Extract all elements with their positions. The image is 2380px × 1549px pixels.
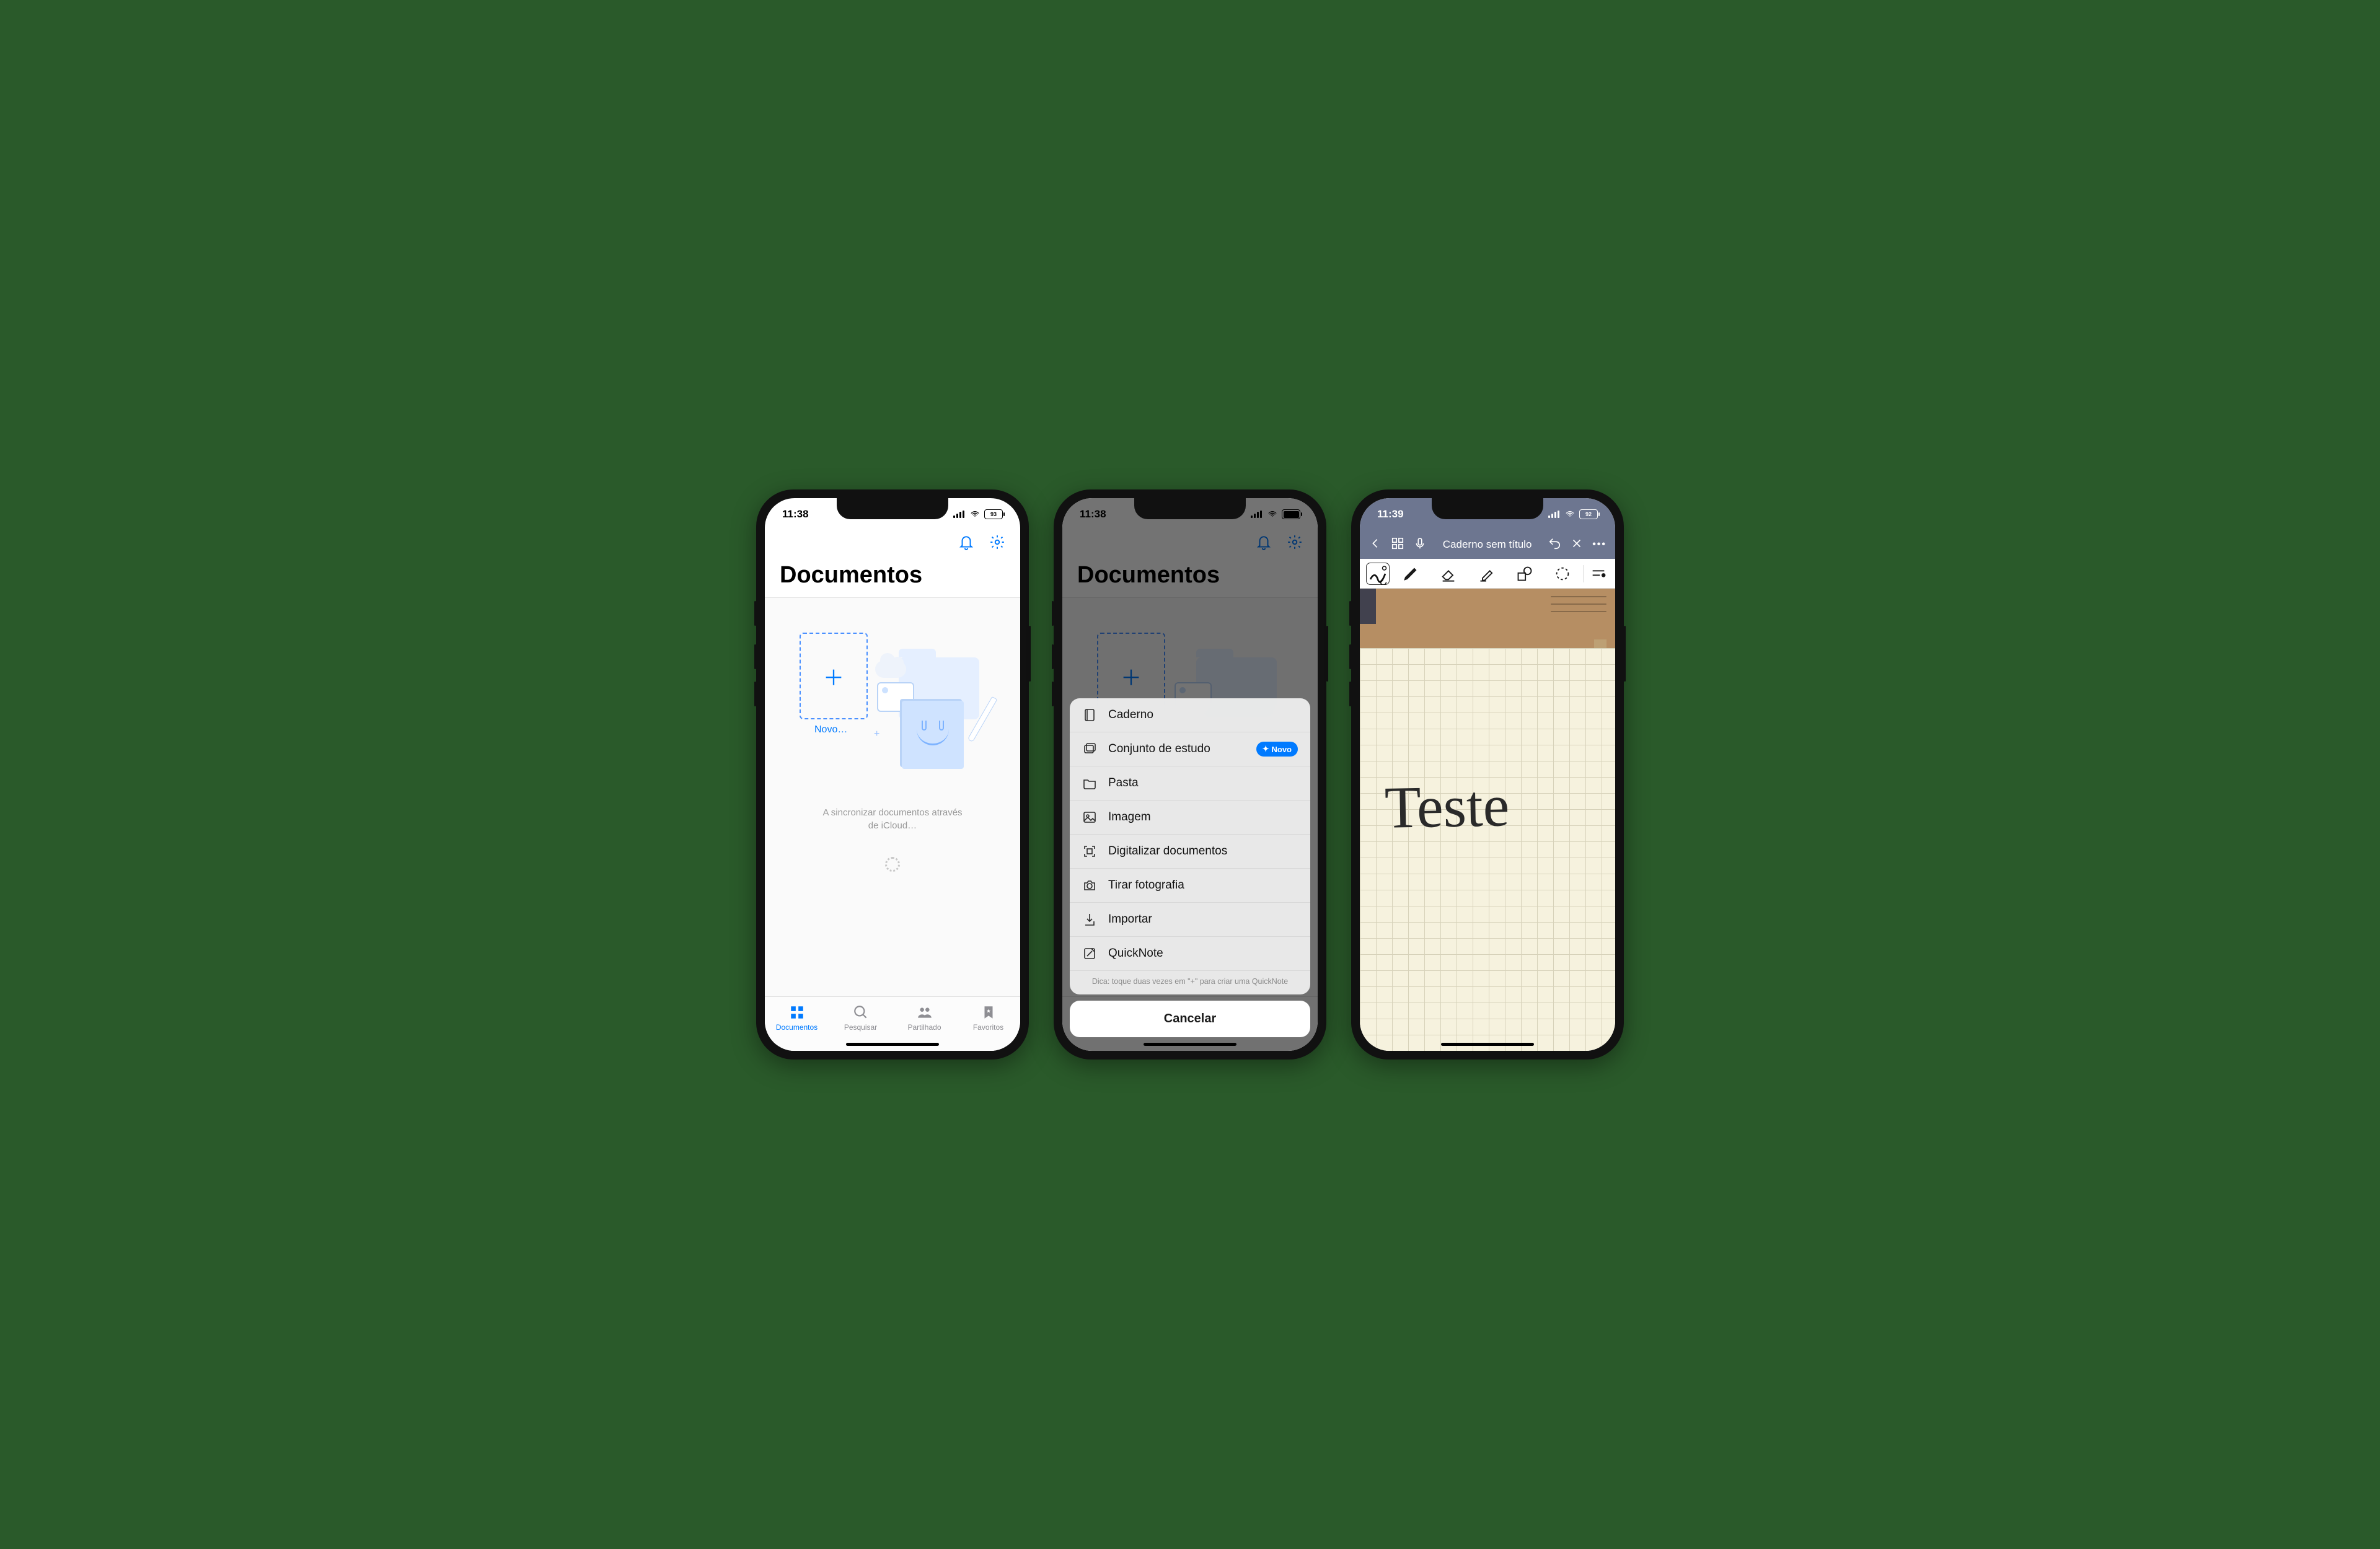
notch — [1432, 498, 1543, 519]
notch — [1134, 498, 1246, 519]
sheet-hint: Dica: toque duas vezes em "+" para criar… — [1070, 971, 1310, 994]
new-document-button[interactable]: ＋ — [800, 633, 868, 719]
tab-search[interactable]: Pesquisar — [829, 997, 892, 1038]
phone-new-menu: 11:38 93 Documentos ＋ Documentos Pesquis… — [1054, 489, 1326, 1060]
menu-item-import[interactable]: Importar — [1070, 903, 1310, 937]
undo-button[interactable] — [1548, 537, 1561, 553]
battery-icon: 92 — [1579, 509, 1598, 519]
phone-documents: 11:38 93 Documentos ＋ — [756, 489, 1029, 1060]
menu-item-scan[interactable]: Digitalizar documentos — [1070, 835, 1310, 869]
back-button[interactable] — [1368, 537, 1382, 553]
import-icon — [1082, 912, 1097, 927]
status-time: 11:38 — [1080, 508, 1106, 520]
more-button[interactable]: ••• — [1592, 539, 1606, 550]
sync-status-text: A sincronizar documentos através de iClo… — [822, 806, 962, 832]
tab-shared[interactable]: Partilhado — [892, 997, 956, 1038]
phone-notebook-editor: 11:39 92 Caderno sem título ••• — [1351, 489, 1624, 1060]
wifi-icon — [1267, 510, 1278, 519]
handwriting-icon — [1367, 563, 1389, 585]
grid-icon — [789, 1004, 805, 1020]
search-icon — [853, 1004, 869, 1020]
empty-illustration: ＋ + Novo… — [800, 633, 985, 769]
notch — [837, 498, 948, 519]
menu-item-image[interactable]: Imagem — [1070, 801, 1310, 835]
home-indicator[interactable] — [1441, 1043, 1534, 1046]
folder-icon — [1082, 776, 1097, 791]
pen-tool[interactable] — [1393, 565, 1427, 582]
quicknote-icon — [1082, 946, 1097, 961]
status-time: 11:39 — [1377, 508, 1404, 520]
plus-small-icon: + — [874, 729, 879, 740]
signal-icon — [953, 511, 966, 518]
tab-documents[interactable]: Documentos — [765, 997, 829, 1038]
menu-item-notebook[interactable]: Caderno — [1070, 698, 1310, 732]
notebook-cover — [1360, 589, 1615, 648]
drawing-toolbar — [1360, 559, 1615, 589]
wifi-icon — [1564, 510, 1576, 519]
lasso-tool[interactable] — [1546, 565, 1580, 582]
battery-icon: 93 — [984, 509, 1003, 519]
highlighter-tool[interactable] — [1470, 565, 1504, 582]
editor-navbar: Caderno sem título ••• — [1360, 530, 1615, 559]
signal-icon — [1548, 511, 1561, 518]
camera-icon — [1082, 878, 1097, 893]
new-action-sheet: Caderno Conjunto de estudo ✦Novo Pasta I… — [1070, 698, 1310, 1037]
canvas[interactable]: Teste — [1360, 589, 1615, 1051]
tool-more-button[interactable] — [1588, 565, 1609, 582]
home-indicator[interactable] — [1144, 1043, 1236, 1046]
battery-icon: 93 — [1282, 509, 1300, 519]
spinner-icon — [885, 857, 900, 872]
image-icon — [1082, 810, 1097, 825]
toolbox-button[interactable] — [1366, 563, 1390, 585]
cards-icon — [1082, 742, 1097, 757]
plus-icon: ＋ — [823, 661, 844, 691]
wifi-icon — [969, 510, 981, 519]
new-badge: ✦Novo — [1256, 742, 1298, 757]
menu-item-photo[interactable]: Tirar fotografia — [1070, 869, 1310, 903]
cancel-button[interactable]: Cancelar — [1070, 1001, 1310, 1037]
settings-icon[interactable] — [989, 534, 1005, 553]
tab-favorites[interactable]: Favoritos — [956, 997, 1020, 1038]
notifications-icon[interactable] — [958, 534, 974, 553]
scan-icon — [1082, 844, 1097, 859]
page-title: Documentos — [1062, 559, 1318, 598]
paper-page[interactable]: Teste — [1360, 648, 1615, 1051]
mic-button[interactable] — [1413, 537, 1427, 553]
shapes-tool[interactable] — [1507, 565, 1541, 582]
notifications-icon — [1256, 534, 1272, 553]
status-time: 11:38 — [782, 508, 809, 520]
notebook-icon — [1082, 708, 1097, 722]
eraser-tool[interactable] — [1431, 565, 1465, 582]
bookmark-icon — [981, 1004, 997, 1020]
menu-item-quicknote[interactable]: QuickNote — [1070, 937, 1310, 971]
signal-icon — [1251, 511, 1263, 518]
menu-item-study-set[interactable]: Conjunto de estudo ✦Novo — [1070, 732, 1310, 766]
grid-button[interactable] — [1391, 537, 1404, 553]
menu-item-folder[interactable]: Pasta — [1070, 766, 1310, 801]
settings-icon — [1287, 534, 1303, 553]
handwritten-text: Teste — [1384, 771, 1510, 841]
sparkle-icon: ✦ — [1263, 744, 1269, 754]
close-button[interactable] — [1570, 537, 1584, 553]
new-label[interactable]: Novo… — [814, 724, 847, 735]
people-icon — [917, 1004, 933, 1020]
document-title[interactable]: Caderno sem título — [1435, 538, 1539, 551]
home-indicator[interactable] — [846, 1043, 939, 1046]
page-title: Documentos — [765, 559, 1020, 598]
